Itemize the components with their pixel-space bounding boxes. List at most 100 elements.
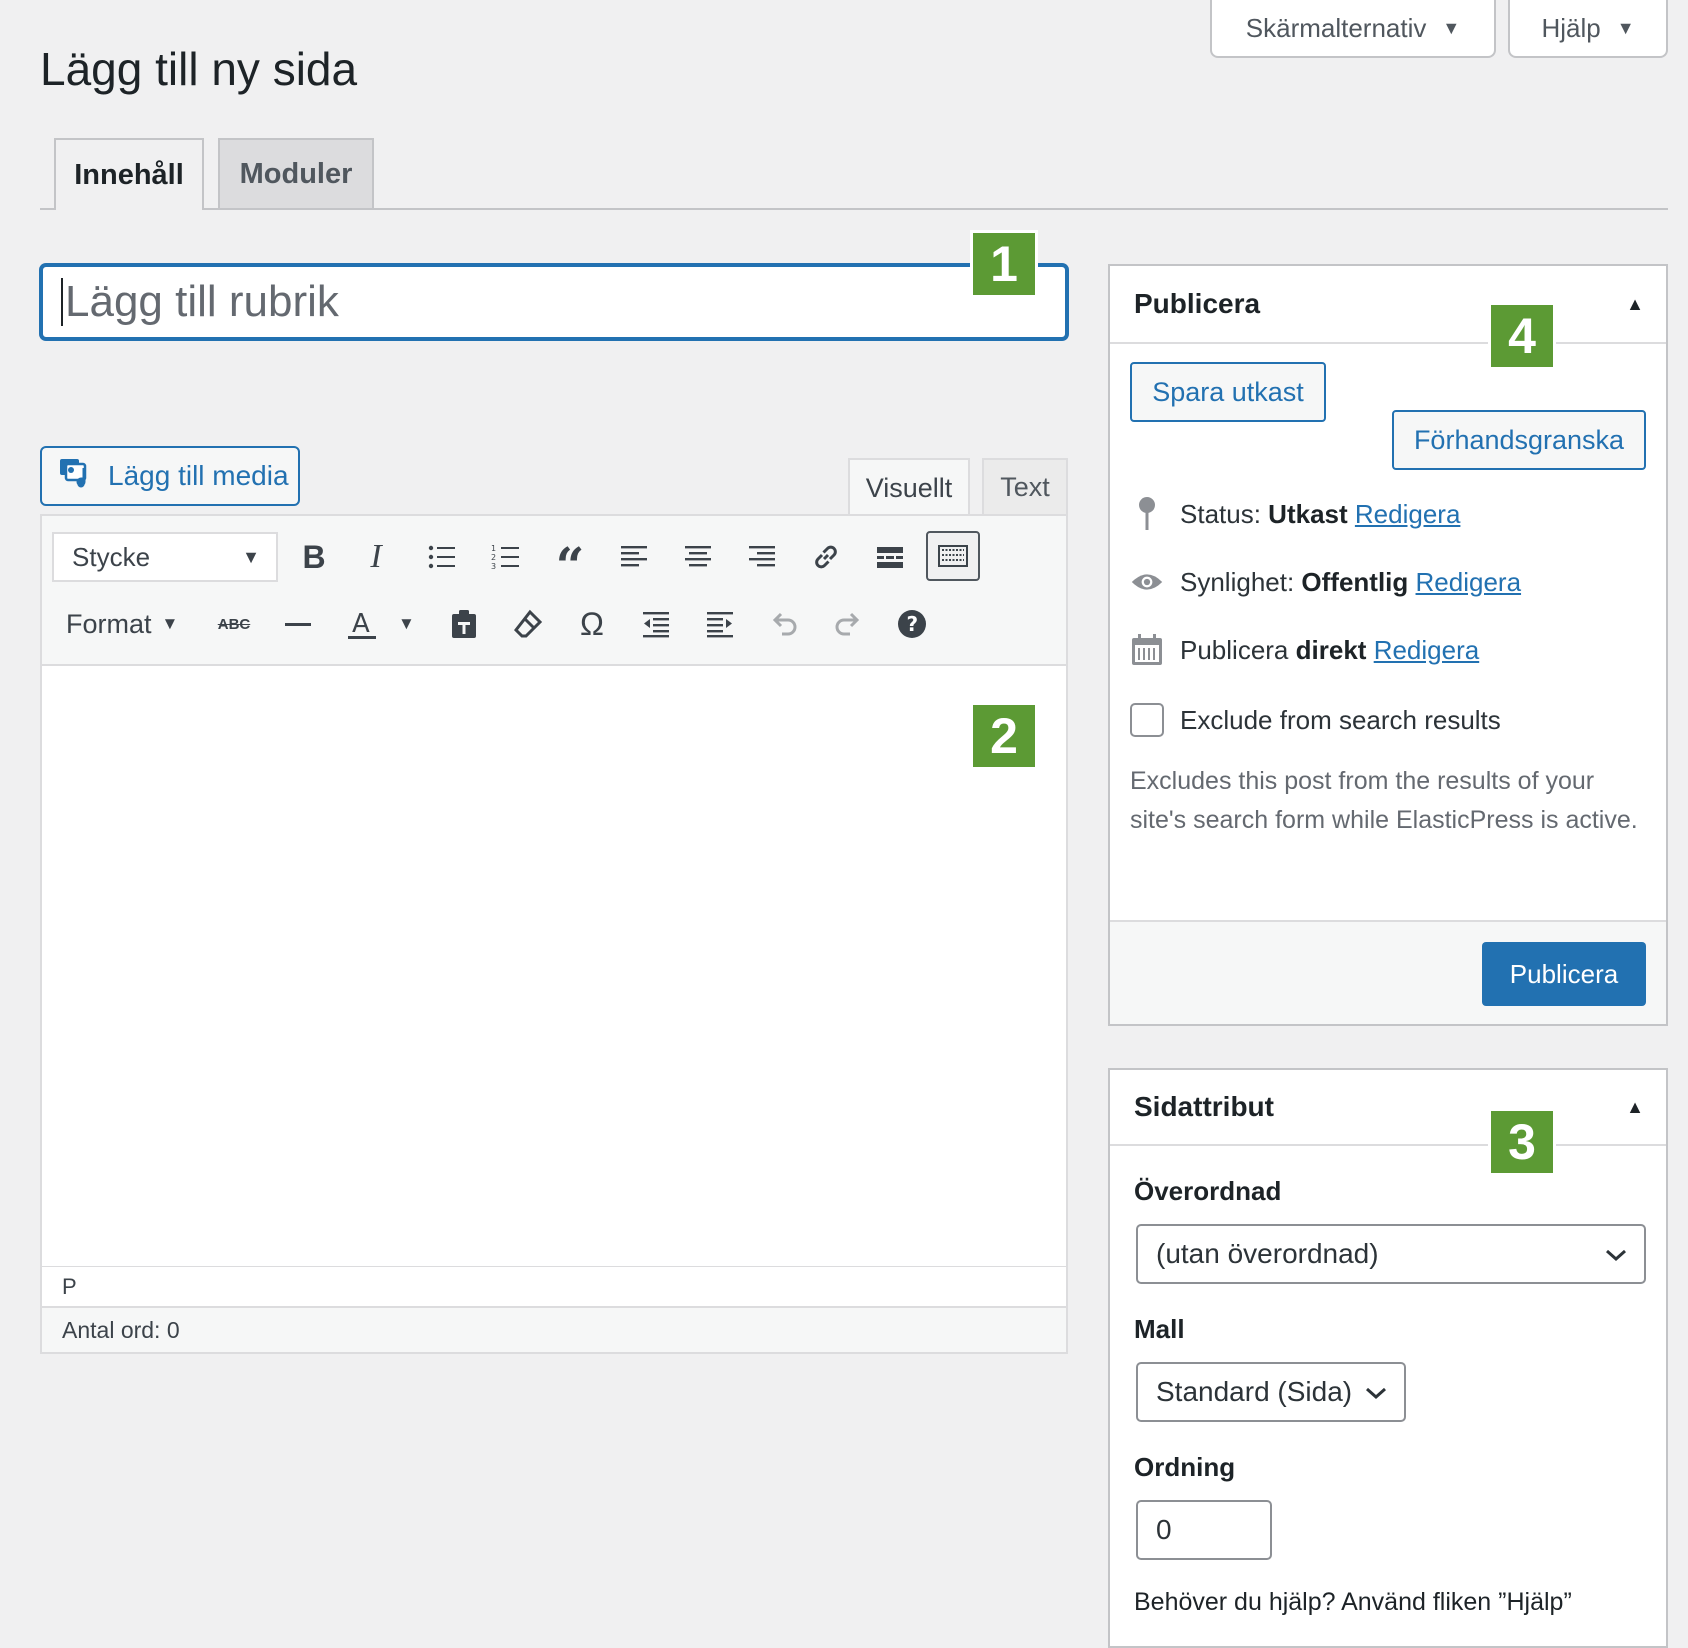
template-label: Mall: [1134, 1314, 1185, 1344]
help-label: Hjälp: [1541, 12, 1601, 43]
status-label: Status:: [1180, 498, 1261, 529]
tab-content[interactable]: Innehåll: [54, 138, 204, 210]
template-select[interactable]: Standard (Sida): [1136, 1362, 1406, 1422]
paste-as-text-icon[interactable]: [440, 600, 488, 648]
paragraph-format-value: Stycke: [72, 541, 151, 572]
link-icon[interactable]: [802, 533, 850, 581]
exclude-search-checkbox[interactable]: [1130, 703, 1164, 737]
italic-icon[interactable]: I: [352, 533, 400, 581]
media-icon: [58, 456, 94, 497]
add-media-label: Lägg till media: [108, 460, 289, 491]
publish-box-header[interactable]: Publicera ▲: [1110, 266, 1666, 344]
status-value: Utkast: [1268, 498, 1348, 529]
add-media-button[interactable]: Lägg till media: [40, 446, 300, 506]
screen-options-button[interactable]: Skärmalternativ ▼: [1210, 0, 1496, 58]
visibility-value: Offentlig: [1301, 566, 1409, 597]
help-button[interactable]: Hjälp ▼: [1508, 0, 1668, 58]
visibility-label: Synlighet:: [1180, 566, 1295, 597]
read-more-icon[interactable]: [866, 533, 914, 581]
preview-button[interactable]: Förhandsgranska: [1392, 410, 1646, 470]
exclude-search-row: Exclude from search results: [1130, 698, 1501, 742]
bullet-list-icon[interactable]: [418, 533, 466, 581]
screen-options-label: Skärmalternativ: [1245, 12, 1427, 43]
status-row: Status: Utkast Redigera: [1130, 492, 1460, 536]
svg-text:A: A: [352, 609, 370, 639]
text-color-icon[interactable]: A: [338, 600, 386, 648]
blockquote-icon[interactable]: “: [546, 533, 594, 591]
exclude-search-description: Excludes this post from the results of y…: [1130, 767, 1638, 834]
page-attributes-box: Sidattribut ▲ Överordnad (utan överordna…: [1108, 1068, 1668, 1648]
chevron-down-icon: [1604, 1238, 1628, 1270]
svg-text:1: 1: [491, 544, 496, 553]
publish-button-label: Publicera: [1509, 958, 1619, 989]
edit-status-link[interactable]: Redigera: [1355, 499, 1461, 529]
annotation-badge-4: 4: [1488, 302, 1556, 370]
save-draft-button[interactable]: Spara utkast: [1130, 362, 1326, 422]
order-input[interactable]: 0: [1136, 1500, 1272, 1560]
numbered-list-icon[interactable]: 123: [482, 533, 530, 581]
align-right-icon[interactable]: [738, 533, 786, 581]
toolbar-toggle-icon[interactable]: [926, 531, 980, 581]
publish-box: Publicera ▲ Spara utkast Förhandsgranska…: [1108, 264, 1668, 1026]
tab-modules-label: Moduler: [239, 157, 353, 190]
element-path: P: [40, 1266, 1068, 1308]
align-left-icon[interactable]: [610, 533, 658, 581]
caret-down-icon: ▼: [1616, 17, 1635, 38]
format-menu-label: Format: [66, 608, 152, 639]
parent-select[interactable]: (utan överordnad): [1136, 1224, 1646, 1284]
format-menu[interactable]: Format ▼: [66, 604, 178, 644]
chevron-down-icon: [1364, 1376, 1388, 1408]
strikethrough-icon[interactable]: ABC: [210, 600, 258, 648]
content-editor[interactable]: [40, 666, 1068, 1268]
save-draft-label: Spara utkast: [1152, 376, 1304, 407]
calendar-icon: [1130, 633, 1164, 667]
bold-icon[interactable]: B: [290, 533, 338, 581]
indent-icon[interactable]: [696, 600, 744, 648]
page-title: Lägg till ny sida: [40, 43, 358, 95]
redo-icon[interactable]: [824, 600, 872, 648]
title-placeholder: Lägg till rubrik: [65, 277, 339, 326]
undo-icon[interactable]: [760, 600, 808, 648]
exclude-search-label[interactable]: Exclude from search results: [1180, 705, 1501, 736]
tab-visual[interactable]: Visuellt: [848, 458, 970, 516]
pin-icon: [1130, 496, 1164, 532]
text-color-caret-icon[interactable]: ▼: [398, 614, 415, 634]
tab-modules[interactable]: Moduler: [218, 138, 374, 208]
element-path-label: P: [62, 1273, 77, 1299]
clear-formatting-icon[interactable]: [504, 600, 552, 648]
title-input[interactable]: Lägg till rubrik: [40, 264, 1068, 340]
attributes-help-text: Behöver du hjälp? Använd fliken ”Hjälp”: [1134, 1588, 1572, 1616]
paragraph-format-select[interactable]: Stycke ▼: [52, 532, 278, 582]
schedule-row: Publicera direkt Redigera: [1130, 628, 1479, 672]
publish-button[interactable]: Publicera: [1482, 942, 1646, 1006]
tab-text-label: Text: [1000, 471, 1050, 502]
tab-visual-label: Visuellt: [865, 472, 953, 503]
tab-text[interactable]: Text: [982, 458, 1068, 514]
annotation-badge-2: 2: [970, 702, 1038, 770]
visibility-row: Synlighet: Offentlig Redigera: [1130, 560, 1521, 604]
caret-down-icon: ▼: [242, 546, 260, 567]
caret-down-icon: ▼: [1442, 17, 1461, 38]
special-character-icon[interactable]: Ω: [568, 600, 616, 648]
text-cursor: [61, 278, 63, 326]
publish-actions: Publicera: [1110, 920, 1666, 1024]
caret-down-icon: ▼: [161, 614, 179, 633]
eye-icon: [1130, 569, 1164, 595]
page-attributes-header[interactable]: Sidattribut ▲: [1110, 1070, 1666, 1146]
tab-content-label: Innehåll: [74, 158, 184, 191]
edit-visibility-link[interactable]: Redigera: [1416, 567, 1522, 597]
parent-select-value: (utan överordnad): [1156, 1238, 1379, 1269]
keyboard-shortcuts-help-icon[interactable]: ?: [888, 600, 936, 648]
align-center-icon[interactable]: [674, 533, 722, 581]
preview-label: Förhandsgranska: [1413, 424, 1625, 455]
horizontal-line-icon[interactable]: [274, 600, 322, 648]
outdent-icon[interactable]: [632, 600, 680, 648]
collapse-toggle-icon[interactable]: ▲: [1626, 1097, 1644, 1118]
page-attributes-title: Sidattribut: [1134, 1091, 1274, 1122]
svg-text:3: 3: [491, 562, 496, 571]
word-count-label: Antal ord: 0: [62, 1316, 180, 1343]
word-count: Antal ord: 0: [40, 1308, 1068, 1354]
edit-schedule-link[interactable]: Redigera: [1374, 635, 1480, 665]
collapse-toggle-icon[interactable]: ▲: [1626, 294, 1644, 315]
svg-text:2: 2: [491, 553, 496, 562]
